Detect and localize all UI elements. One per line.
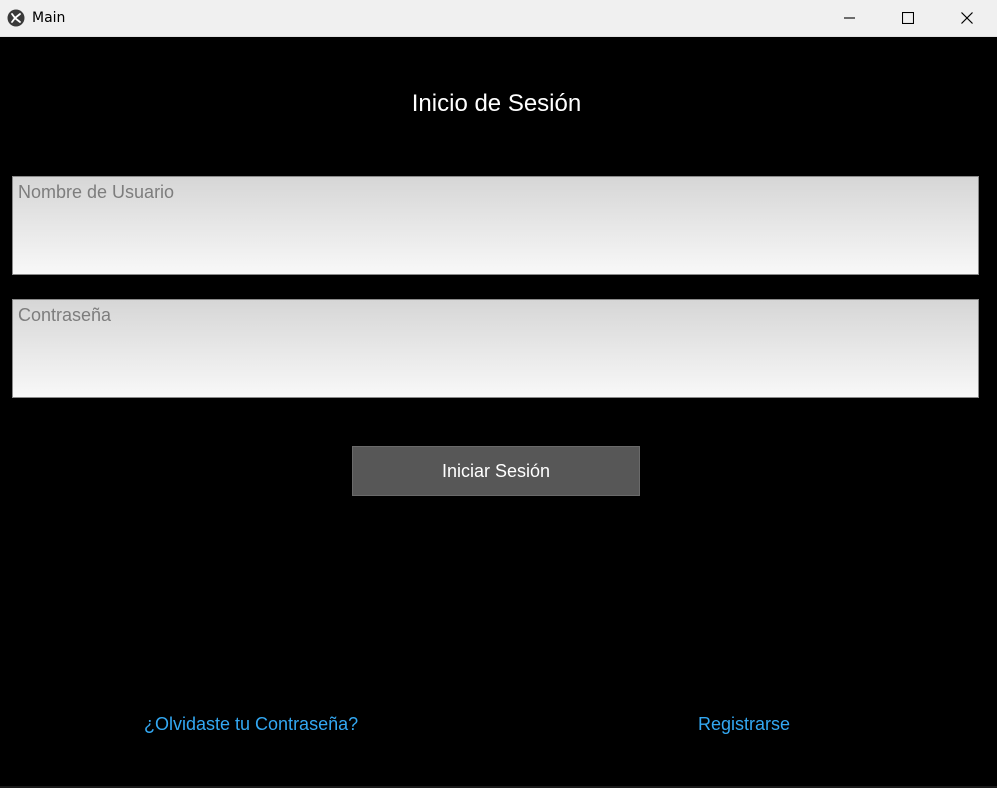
- password-field[interactable]: Contraseña: [12, 299, 979, 398]
- maximize-button[interactable]: [879, 0, 937, 36]
- close-button[interactable]: [938, 0, 996, 36]
- login-button[interactable]: Iniciar Sesión: [352, 446, 640, 496]
- minimize-button[interactable]: [821, 0, 879, 36]
- username-input[interactable]: [13, 177, 978, 274]
- maximize-icon: [902, 12, 914, 24]
- page-title: Inicio de Sesión: [411, 90, 582, 117]
- register-link[interactable]: Registrarse: [698, 714, 790, 735]
- minimize-icon: [844, 17, 855, 19]
- app-window: Main Inicio de Sesión Nombre de Usuario …: [0, 0, 997, 788]
- kivy-logo-icon: [7, 9, 25, 27]
- window-title: Main: [32, 10, 66, 26]
- forgot-password-link[interactable]: ¿Olvidaste tu Contraseña?: [144, 714, 358, 735]
- title-bar[interactable]: Main: [0, 0, 997, 37]
- password-input[interactable]: [13, 300, 978, 397]
- login-screen: Inicio de Sesión Nombre de Usuario Contr…: [0, 37, 997, 788]
- username-field[interactable]: Nombre de Usuario: [12, 176, 979, 275]
- close-icon: [961, 12, 973, 24]
